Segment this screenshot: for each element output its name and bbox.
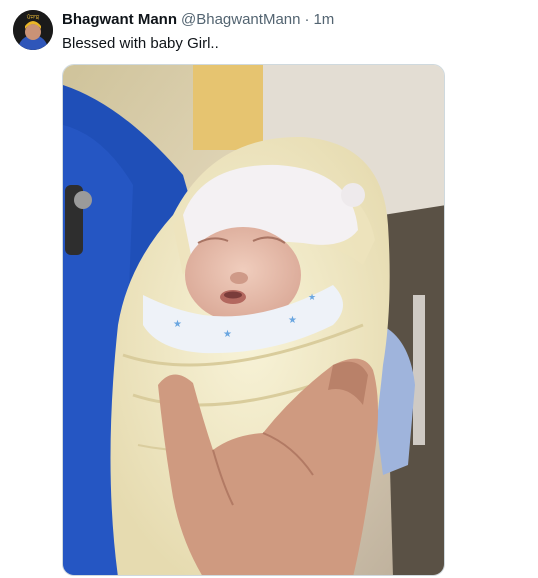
tweet-card: ਪੰਜਾਬ Bhagwant Mann @BhagwantMann · 1m Bles… <box>0 0 538 578</box>
avatar-image: ਪੰਜਾਬ <box>13 10 53 50</box>
author-display-name[interactable]: Bhagwant Mann <box>62 11 177 28</box>
svg-text:★: ★ <box>223 329 232 340</box>
avatar-badge-text: ਪੰਜਾਬ <box>26 14 40 21</box>
tweet-timestamp[interactable]: 1m <box>313 11 334 28</box>
author-handle[interactable]: @BhagwantMann <box>181 11 300 28</box>
svg-text:★: ★ <box>173 319 182 330</box>
tweet-text: Blessed with baby Girl.. <box>62 35 219 52</box>
header-separator: · <box>304 11 310 28</box>
tweet-media-photo[interactable]: ★ ★ ★ ★ <box>62 64 445 576</box>
svg-text:★: ★ <box>288 315 297 326</box>
tweet-header: Bhagwant Mann @BhagwantMann · 1m <box>62 11 334 29</box>
author-avatar[interactable]: ਪੰਜਾਬ <box>13 10 53 50</box>
svg-text:★: ★ <box>308 293 316 303</box>
newborn-baby-photo: ★ ★ ★ ★ <box>63 65 444 575</box>
